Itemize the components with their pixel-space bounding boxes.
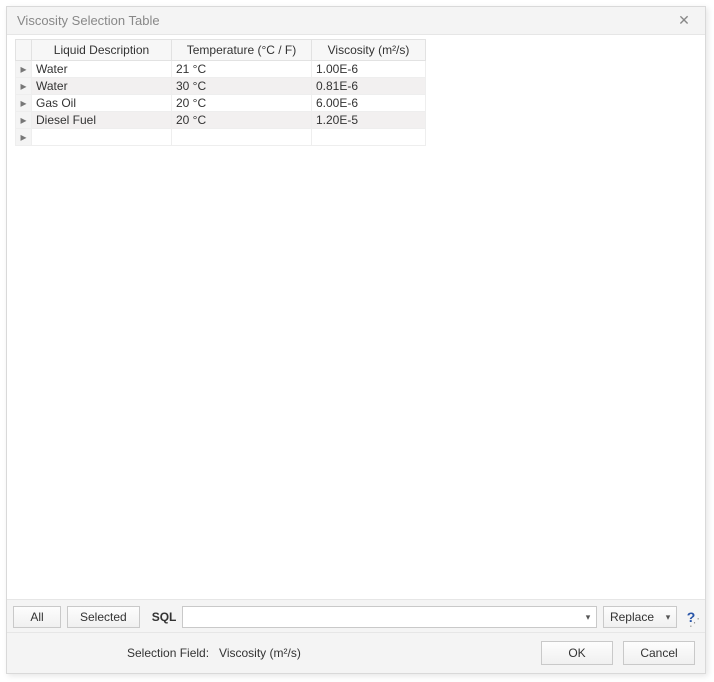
cell-empty[interactable]: [172, 129, 312, 146]
col-liquid-description[interactable]: Liquid Description: [32, 40, 172, 61]
row-selector-icon[interactable]: ▸: [16, 129, 32, 146]
window-title: Viscosity Selection Table: [17, 13, 669, 28]
cell-temp[interactable]: 21 °C: [172, 61, 312, 78]
table-row[interactable]: ▸Diesel Fuel20 °C1.20E-5: [16, 112, 426, 129]
table-header-row: Liquid Description Temperature (°C / F) …: [16, 40, 426, 61]
close-icon: ✕: [678, 12, 690, 29]
cell-temp[interactable]: 20 °C: [172, 95, 312, 112]
footer-bar: Selection Field: Viscosity (m²/s) OK Can…: [7, 632, 705, 673]
row-selector-icon[interactable]: ▸: [16, 95, 32, 112]
cell-desc[interactable]: Gas Oil: [32, 95, 172, 112]
cell-visc[interactable]: 6.00E-6: [312, 95, 426, 112]
cell-desc[interactable]: Water: [32, 61, 172, 78]
cell-empty[interactable]: [32, 129, 172, 146]
close-button[interactable]: ✕: [669, 9, 699, 33]
chevron-down-icon: ▾: [660, 612, 676, 623]
sql-input-wrapper[interactable]: ▾: [182, 606, 597, 628]
col-viscosity[interactable]: Viscosity (m²/s): [312, 40, 426, 61]
ok-button[interactable]: OK: [541, 641, 613, 665]
table-row[interactable]: ▸Water21 °C1.00E-6: [16, 61, 426, 78]
grid-area: Liquid Description Temperature (°C / F) …: [15, 37, 697, 599]
row-selector-icon[interactable]: ▸: [16, 61, 32, 78]
cell-temp[interactable]: 30 °C: [172, 78, 312, 95]
row-header-blank: [16, 40, 32, 61]
replace-label: Replace: [604, 610, 660, 624]
table-row[interactable]: ▸Water30 °C0.81E-6: [16, 78, 426, 95]
cell-empty[interactable]: [312, 129, 426, 146]
cell-visc[interactable]: 1.20E-5: [312, 112, 426, 129]
selection-field-value: Viscosity (m²/s): [219, 646, 301, 660]
sql-label: SQL: [152, 610, 177, 624]
table-row[interactable]: ▸Gas Oil20 °C6.00E-6: [16, 95, 426, 112]
sql-bar: All Selected SQL ▾ Replace ▾ ? ⋰: [7, 599, 705, 632]
chevron-down-icon[interactable]: ▾: [580, 612, 596, 623]
viscosity-table[interactable]: Liquid Description Temperature (°C / F) …: [15, 39, 426, 146]
titlebar: Viscosity Selection Table ✕: [7, 7, 705, 35]
selection-field-label: Selection Field:: [127, 646, 209, 660]
help-icon[interactable]: ?: [683, 609, 699, 625]
cell-desc[interactable]: Diesel Fuel: [32, 112, 172, 129]
cell-visc[interactable]: 0.81E-6: [312, 78, 426, 95]
cell-temp[interactable]: 20 °C: [172, 112, 312, 129]
dialog-window: Viscosity Selection Table ✕ Liquid Descr…: [6, 6, 706, 674]
cancel-button[interactable]: Cancel: [623, 641, 695, 665]
table-row-new[interactable]: ▸: [16, 129, 426, 146]
all-button[interactable]: All: [13, 606, 61, 628]
row-selector-icon[interactable]: ▸: [16, 112, 32, 129]
row-selector-icon[interactable]: ▸: [16, 78, 32, 95]
cell-visc[interactable]: 1.00E-6: [312, 61, 426, 78]
content-area: Liquid Description Temperature (°C / F) …: [7, 35, 705, 599]
col-temperature[interactable]: Temperature (°C / F): [172, 40, 312, 61]
cell-desc[interactable]: Water: [32, 78, 172, 95]
selected-button[interactable]: Selected: [67, 606, 140, 628]
replace-dropdown[interactable]: Replace ▾: [603, 606, 677, 628]
sql-input[interactable]: [183, 610, 580, 624]
